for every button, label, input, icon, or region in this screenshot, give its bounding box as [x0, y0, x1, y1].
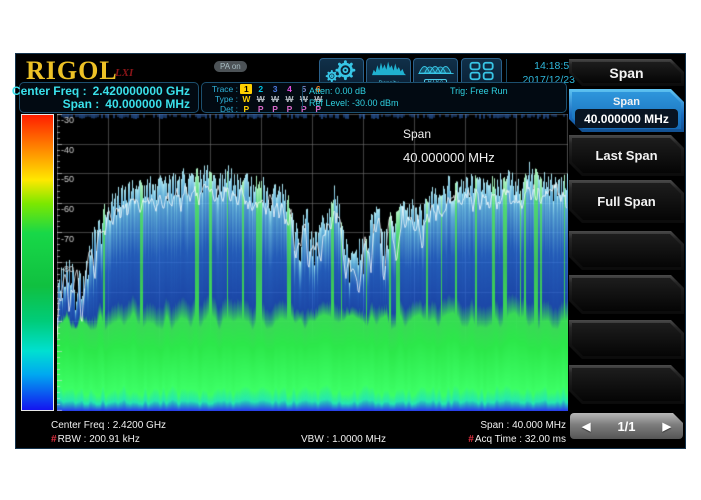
page-indicator: 1/1: [617, 419, 635, 434]
trigger-status: Trig: Free Run: [450, 86, 508, 96]
trace-det: P: [284, 104, 296, 114]
det-row-label: Det :: [204, 104, 238, 114]
trace-number: 2: [255, 84, 267, 94]
frequency-panel: Center Freq : 2.420000000 GHz Span : 40.…: [19, 82, 199, 113]
span-annotation: Span 40.000000 MHz: [403, 127, 495, 165]
status-rbw: #RBW : 200.91 kHz: [51, 434, 140, 445]
amplitude-colorbar: [21, 114, 54, 411]
full-span-button[interactable]: Full Span: [569, 180, 684, 223]
prev-page-button[interactable]: ◀: [582, 420, 590, 433]
clock-time: 14:18:59: [513, 59, 575, 73]
density-icon: [371, 59, 407, 81]
span-annotation-label: Span: [403, 127, 495, 141]
trace-number: 4: [284, 84, 296, 94]
menu-empty-button[interactable]: [569, 275, 684, 314]
trace-number: 1: [240, 84, 252, 94]
menu-title-span[interactable]: Span: [569, 59, 684, 86]
lxi-logo: LXI: [115, 67, 133, 79]
rtsa-icon: [418, 59, 454, 79]
trace-panel: Trace : 1 2 3 4 5 6 Type : W W W W W W D…: [201, 82, 567, 113]
status-span: Span : 40.000 MHz: [480, 420, 566, 431]
span-value: 40.000000 MHz: [105, 98, 190, 111]
span-label: Span :: [63, 98, 100, 111]
last-span-button[interactable]: Last Span: [569, 135, 684, 176]
menu-empty-button[interactable]: [569, 365, 684, 404]
menu-empty-button[interactable]: [569, 320, 684, 359]
menu-pager: ◀ 1/1 ▶: [570, 413, 683, 439]
full-span-label: Full Span: [572, 183, 681, 220]
atten-value: Atten: 0.00 dB: [309, 86, 366, 96]
trace-det: P: [255, 104, 267, 114]
trace-type: W: [240, 94, 252, 104]
rbw-flag: #: [51, 434, 57, 445]
trace-type: W: [269, 94, 281, 104]
trace-row-label: Trace :: [204, 84, 238, 94]
acq-flag: #: [468, 434, 474, 445]
status-acq-time: #Acq Time : 32.00 ms: [468, 434, 566, 445]
trace-det: P: [269, 104, 281, 114]
analyzer-screen: RIGOL LXI PA on: [15, 53, 686, 449]
trace-number: 3: [269, 84, 281, 94]
last-span-label: Last Span: [572, 138, 681, 173]
trace-det: P: [240, 104, 252, 114]
trace-type: W: [255, 94, 267, 104]
type-row-label: Type :: [204, 94, 238, 104]
menu-span-value: 40.000000 MHz: [575, 109, 678, 128]
menu-span-value-button[interactable]: Span 40.000000 MHz: [569, 89, 684, 132]
status-center-freq: Center Freq : 2.4200 GHz: [51, 420, 166, 431]
pa-on-button[interactable]: PA on: [214, 61, 247, 72]
menu-empty-button[interactable]: [569, 231, 684, 270]
panel-divider: [302, 86, 303, 109]
spectrum-plot: Span 40.000000 MHz: [57, 114, 568, 411]
trace-type: W: [284, 94, 296, 104]
span-annotation-value: 40.000000 MHz: [403, 150, 495, 165]
ref-level-value: Ref Level: -30.00 dBm: [309, 98, 399, 108]
menu-title-label: Span: [572, 62, 681, 83]
status-vbw: VBW : 1.0000 MHz: [301, 434, 386, 445]
next-page-button[interactable]: ▶: [663, 420, 671, 433]
page-background: RIGOL LXI PA on: [0, 0, 701, 500]
